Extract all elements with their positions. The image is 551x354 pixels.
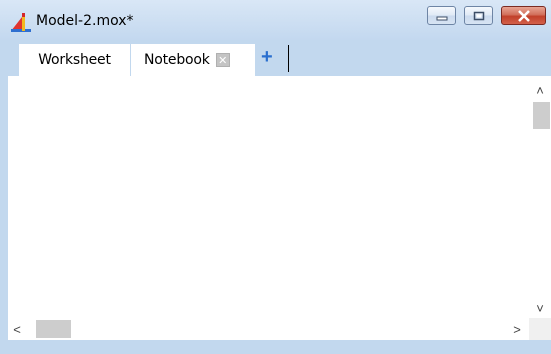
close-icon: [517, 9, 530, 22]
tab-notebook[interactable]: Notebook ✕: [131, 44, 255, 76]
tab-worksheet[interactable]: Worksheet: [19, 44, 130, 76]
worksheet-area[interactable]: [8, 76, 551, 347]
minimize-button[interactable]: [427, 6, 456, 25]
title-bar[interactable]: Model-2.mox*: [0, 0, 551, 40]
vertical-scrollbar[interactable]: ˄ ˅: [529, 76, 551, 318]
horizontal-scrollbar[interactable]: < >: [8, 318, 529, 340]
tab-label: Notebook: [144, 52, 210, 68]
tab-close-icon[interactable]: ✕: [215, 53, 230, 67]
scroll-right-icon[interactable]: >: [510, 323, 524, 336]
scrollbar-corner: [529, 318, 551, 340]
scroll-up-icon[interactable]: ˄: [533, 84, 547, 97]
application-window: Model-2.mox* Worksheet Notebook ✕ + ˄ ˅ …: [0, 0, 551, 354]
text-cursor: [288, 45, 289, 72]
scroll-left-icon[interactable]: <: [10, 323, 24, 336]
window-title: Model-2.mox*: [36, 13, 134, 29]
horizontal-scroll-thumb[interactable]: [36, 320, 71, 338]
app-logo-icon: [11, 13, 31, 32]
scroll-down-icon[interactable]: ˅: [533, 302, 547, 315]
tab-label: Worksheet: [38, 52, 111, 68]
maximize-icon: [473, 11, 484, 20]
vertical-scroll-thumb[interactable]: [533, 102, 550, 129]
add-tab-icon[interactable]: +: [261, 47, 275, 67]
maximize-button[interactable]: [464, 6, 493, 25]
minimize-icon: [436, 16, 447, 20]
tab-strip: Worksheet Notebook ✕ +: [8, 40, 551, 76]
window-bottom-border: [0, 340, 551, 354]
close-button[interactable]: [501, 6, 546, 25]
